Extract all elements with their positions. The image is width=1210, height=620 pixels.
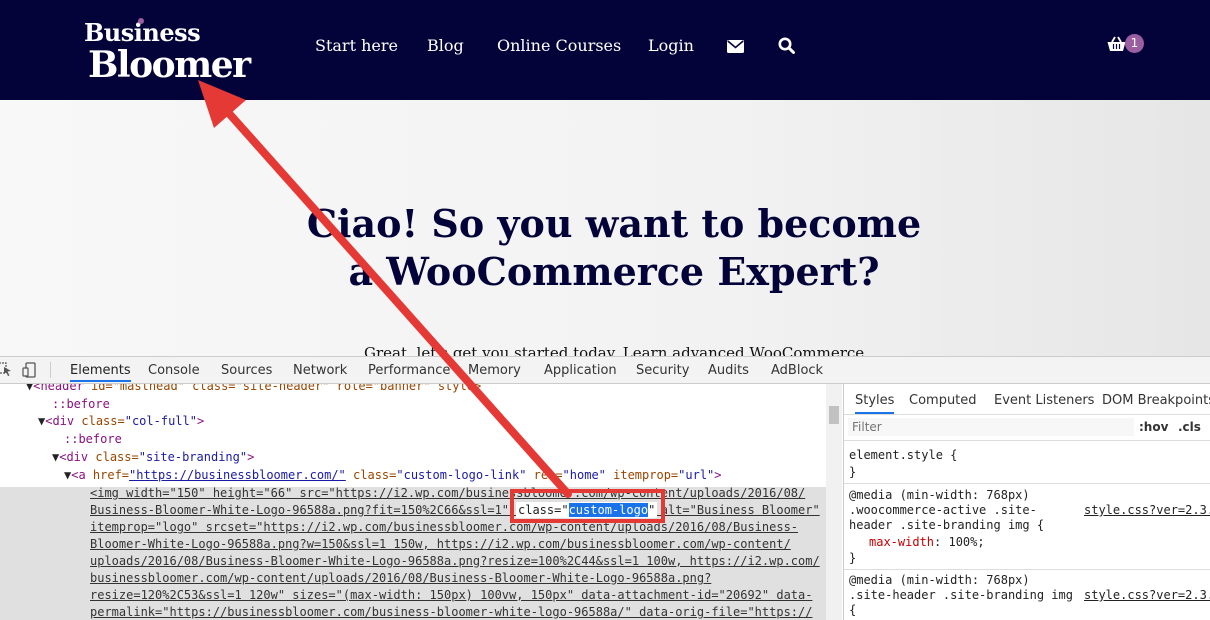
dom-tree: ▼<header id="masthead" class="site-heade… <box>0 384 842 620</box>
styles-filter-input[interactable] <box>848 418 1134 436</box>
img-node-line-5[interactable]: uploads/2016/08/Business-Bloomer-White-L… <box>90 553 820 570</box>
search-icon[interactable] <box>778 37 795 58</box>
tab-application[interactable]: Application <box>544 363 617 378</box>
styles-sidebar: Styles Computed Event Listeners DOM Brea… <box>843 384 1210 620</box>
tab-elements[interactable]: Elements <box>70 363 131 382</box>
hero-subtitle: Great, let's get you started today. Lear… <box>364 344 865 356</box>
rule2-source-link[interactable]: style.css?ver=2.3. <box>1084 588 1210 603</box>
img-node-line-2[interactable]: Business-Bloomer-White-Logo-96588a.png?f… <box>90 502 820 519</box>
styles-filter-row: :hov .cls <box>844 415 1210 441</box>
tab-audits[interactable]: Audits <box>708 363 749 378</box>
hero-title: Ciao! So you want to become a WooCommerc… <box>0 200 1210 296</box>
tab-divider <box>50 362 51 378</box>
site-header: Business Bloomer Start here Blog Online … <box>0 0 1210 100</box>
cart-count-badge: 1 <box>1125 34 1144 53</box>
tab-adblock[interactable]: AdBlock <box>771 363 823 378</box>
devtools-tab-bar: Elements Console Sources Network Perform… <box>0 357 1210 384</box>
devtools-panel: Elements Console Sources Network Perform… <box>0 356 1210 620</box>
hero-title-line-1: Ciao! So you want to become <box>306 201 922 246</box>
rule1-selector-2[interactable]: header .site-branding img { <box>849 518 1044 533</box>
dom-pseudo-before-2[interactable]: ::before <box>64 431 122 448</box>
img-node-line-6[interactable]: businessbloomer.com/wp-content/uploads/2… <box>90 570 711 587</box>
basket-icon[interactable] <box>1107 36 1126 56</box>
rule-element-style[interactable]: element.style { <box>849 448 957 463</box>
dom-col-full-node[interactable]: ▼<div class="col-full"> <box>38 413 204 430</box>
dom-header-node[interactable]: ▼<header id="masthead" class="site-heade… <box>26 384 481 395</box>
tab-console[interactable]: Console <box>148 363 200 378</box>
rule1-declaration[interactable]: max-width: 100%; <box>869 535 985 550</box>
tab-styles[interactable]: Styles <box>855 393 895 414</box>
inspect-element-icon[interactable] <box>0 362 12 381</box>
rule2-selector[interactable]: .site-header .site-branding img <box>849 588 1073 603</box>
rule1-close: } <box>849 551 857 565</box>
img-node-line-4[interactable]: Bloomer-White-Logo-96588a.png?w=150&ssl=… <box>90 536 791 553</box>
img-node-line-8[interactable]: permalink="https://businessbloomer.com/b… <box>90 604 812 620</box>
nav-login[interactable]: Login <box>648 36 694 55</box>
tab-memory[interactable]: Memory <box>468 363 521 378</box>
rule2-open: { <box>849 603 857 617</box>
tab-performance[interactable]: Performance <box>368 363 450 378</box>
device-toolbar-icon[interactable] <box>22 362 38 382</box>
tab-network[interactable]: Network <box>293 363 347 378</box>
dom-site-branding-node[interactable]: ▼<div class="site-branding"> <box>52 449 254 466</box>
dom-logo-link-node[interactable]: ▼<a href="https://businessbloomer.com/" … <box>64 467 722 484</box>
hero-section: Ciao! So you want to become a WooCommerc… <box>0 100 1210 356</box>
rule-separator-2 <box>844 569 1210 570</box>
dom-pseudo-before[interactable]: ::before <box>52 396 110 413</box>
tab-dom-breakpoints[interactable]: DOM Breakpoints <box>1102 393 1210 408</box>
rule2-media: @media (min-width: 768px) <box>849 573 1030 587</box>
cls-toggle[interactable]: .cls <box>1178 420 1201 434</box>
logo-dot <box>138 18 144 24</box>
rule1-media: @media (min-width: 768px) <box>849 488 1030 502</box>
nav-online-courses[interactable]: Online Courses <box>497 36 621 55</box>
img-node-line-3[interactable]: itemprop="logo" srcset="https://i2.wp.co… <box>90 519 798 536</box>
tab-sources[interactable]: Sources <box>221 363 272 378</box>
logo-line-2: Bloomer <box>88 44 251 86</box>
img-node-line-7[interactable]: resize=120%2C53&ssl=1 120w" sizes="(max-… <box>90 587 812 604</box>
tab-computed[interactable]: Computed <box>909 393 977 408</box>
nav-blog[interactable]: Blog <box>427 36 464 55</box>
img-node-line-1[interactable]: <img width="150" height="66" src="https:… <box>90 485 805 502</box>
tab-security[interactable]: Security <box>636 363 689 378</box>
rule1-source-link[interactable]: style.css?ver=2.3. <box>1084 503 1210 518</box>
rule1-selector-1[interactable]: .woocommerce-active .site- <box>849 503 1037 518</box>
dom-scrollbar-thumb[interactable] <box>829 406 839 424</box>
styles-tab-bar: Styles Computed Event Listeners DOM Brea… <box>844 384 1210 415</box>
nav-start-here[interactable]: Start here <box>315 36 398 55</box>
business-bloomer-logo[interactable]: Business Bloomer <box>84 14 251 86</box>
rule-element-style-close: } <box>849 465 857 479</box>
hero-title-line-2: a WooCommerce Expert? <box>348 249 880 294</box>
annotation-red-box <box>510 489 665 523</box>
tab-event-listeners[interactable]: Event Listeners <box>994 393 1094 408</box>
envelope-icon[interactable] <box>727 38 744 57</box>
hov-toggle[interactable]: :hov <box>1139 420 1168 434</box>
rule-separator <box>844 483 1210 484</box>
